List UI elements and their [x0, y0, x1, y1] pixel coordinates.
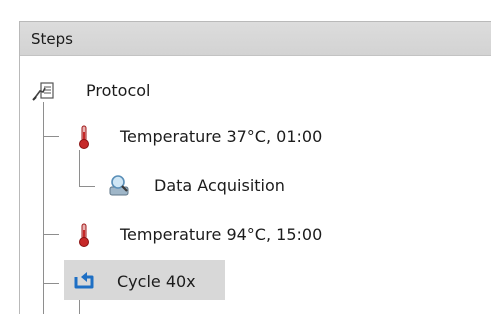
thermometer-icon [76, 124, 92, 150]
panel-header: Steps [20, 22, 491, 56]
tree-node-label: Cycle 40x [117, 271, 196, 291]
tree-line-child-vertical [79, 150, 80, 186]
tree-node-data-acquisition[interactable]: Data Acquisition [106, 170, 285, 200]
tree-line-child-horizontal [79, 186, 95, 187]
tree-line-step3-horizontal [43, 283, 59, 284]
tree-node-label: Data Acquisition [154, 175, 285, 195]
tree-node-label: Temperature 94°C, 15:00 [120, 224, 323, 244]
panel-title: Steps [31, 30, 73, 48]
protocol-icon [32, 80, 56, 102]
tree-node-step-1[interactable]: Temperature 37°C, 01:00 [72, 121, 322, 151]
thermometer-icon [76, 222, 92, 248]
tree-node-step-2[interactable]: Temperature 94°C, 15:00 [72, 219, 322, 249]
tree-line-step2-horizontal [43, 234, 59, 235]
tree-line-step1-horizontal [43, 136, 59, 137]
tree-node-protocol[interactable]: Protocol [32, 75, 150, 105]
tree-line-step3-child-vertical [79, 300, 80, 314]
steps-panel: Steps Protocol Temperature 37°C, 01:00 D… [19, 21, 491, 314]
cycle-icon [72, 271, 96, 291]
app-window: Steps Protocol Temperature 37°C, 01:00 D… [0, 0, 491, 314]
tree-node-label: Protocol [86, 80, 151, 100]
data-acquisition-icon [108, 173, 132, 197]
tree-node-step-3[interactable]: Cycle 40x [72, 266, 196, 296]
tree-node-label: Temperature 37°C, 01:00 [120, 126, 323, 146]
